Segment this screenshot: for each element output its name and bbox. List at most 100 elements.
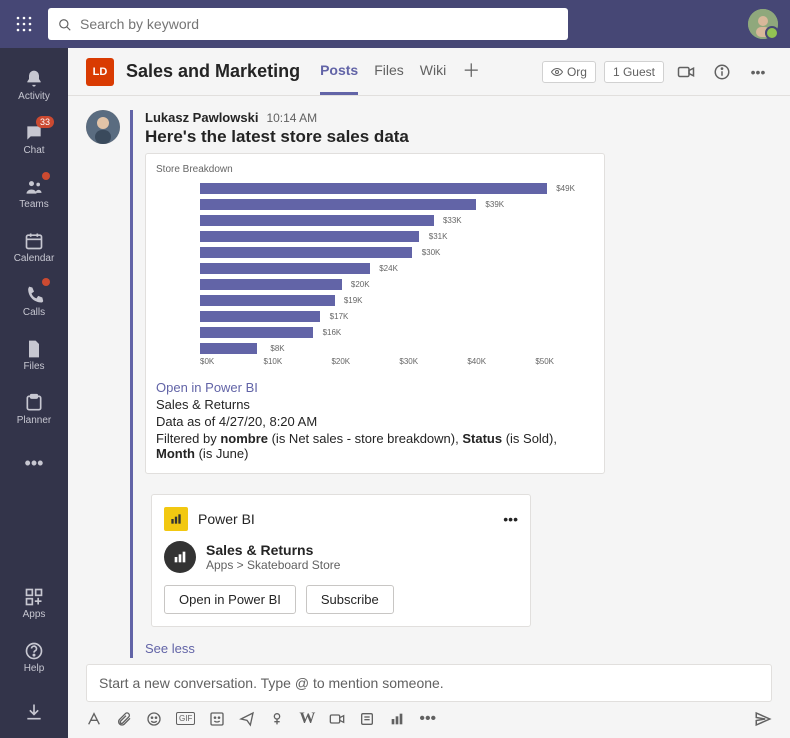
message-author: Lukasz Pawlowski [145,110,258,125]
rail-more[interactable]: ••• [0,436,68,490]
chart-tick-label: $0K [200,357,214,366]
chart-value-label: $49K [556,184,575,193]
apps-icon [24,586,44,607]
eye-icon [551,65,563,79]
chart-bar: $20K [200,279,342,290]
forms-icon[interactable] [359,710,375,728]
message-time: 10:14 AM [266,111,317,125]
search-icon [58,16,72,32]
info-icon[interactable] [708,58,736,86]
rail-apps[interactable]: Apps [0,576,68,630]
chart-value-label: $17K [330,312,349,321]
meet-now-button[interactable] [672,58,700,86]
search-input[interactable] [80,16,558,32]
praise-icon[interactable] [269,710,285,728]
rail-label: Teams [19,199,48,210]
open-in-powerbi-link[interactable]: Open in Power BI [156,380,594,395]
rail-activity[interactable]: Activity [0,58,68,112]
search-box[interactable] [48,8,568,40]
rail-chat[interactable]: Chat 33 [0,112,68,166]
rail-label: Activity [18,91,50,102]
open-in-powerbi-button[interactable]: Open in Power BI [164,585,296,614]
report-title: Sales & Returns [206,542,340,558]
chart-value-label: $8K [270,344,284,353]
chart-bar: $39K [200,199,476,210]
tab-files[interactable]: Files [374,48,404,95]
rail-download[interactable] [0,684,68,738]
rail-calendar[interactable]: Calendar [0,220,68,274]
rail-label: Planner [17,415,51,426]
teams-icon [24,176,44,197]
chart-bar: $16K [200,327,313,338]
more-icon: ••• [25,453,44,474]
attach-icon[interactable] [116,710,132,728]
chart-bar: $33K [200,215,434,226]
phone-icon [24,284,44,305]
app-name: Power BI [198,511,255,527]
send-plane-icon[interactable] [239,710,255,728]
chart-x-axis: $0K $10K $20K $30K $40K $50K [156,357,594,366]
powerbi-report-card: Store Breakdown Fama$49KCurrus$39KPirum$… [145,153,605,474]
bell-icon [24,68,44,89]
author-avatar[interactable] [86,110,120,144]
rail-calls[interactable]: Calls [0,274,68,328]
team-badge: LD [86,58,114,86]
chart-tick-label: $50K [535,357,554,366]
report-icon [164,541,196,573]
chart-bar: $24K [200,263,370,274]
chart-value-label: $19K [344,296,363,305]
tab-wiki[interactable]: Wiki [420,48,446,95]
chart-value-label: $24K [379,264,398,273]
stream-icon[interactable] [329,710,345,728]
file-icon [24,338,44,359]
powerbi-app-card: Power BI ••• Sales & Returns Apps > Skat… [151,494,531,627]
rail-label: Help [24,663,45,674]
chart-tick-label: $30K [399,357,418,366]
chart-bar: $17K [200,311,320,322]
powerbi-icon[interactable] [389,710,405,728]
format-icon[interactable] [86,710,102,728]
card-more-icon[interactable]: ••• [503,511,518,527]
rail-files[interactable]: Files [0,328,68,382]
chart-title: Store Breakdown [156,164,594,175]
message-title: Here's the latest store sales data [145,127,772,147]
profile-avatar[interactable] [748,9,778,39]
chart-bar: $19K [200,295,335,306]
rail-label: Calendar [14,253,55,264]
w-icon[interactable]: W [299,710,315,728]
rail-label: Files [23,361,44,372]
subscribe-button[interactable]: Subscribe [306,585,394,614]
rail-teams[interactable]: Teams [0,166,68,220]
chart-bar: $31K [200,231,419,242]
more-icon[interactable]: ••• [744,58,772,86]
app-rail: Activity Chat 33 Teams Calendar Calls Fi… [0,48,68,738]
calendar-icon [24,230,44,251]
filter-summary: Filtered by nombre (is Net sales - store… [156,431,594,461]
chart-value-label: $39K [485,200,504,209]
app-launcher[interactable] [12,12,36,36]
gif-icon[interactable]: GIF [176,712,195,725]
send-button[interactable] [754,710,772,728]
rail-help[interactable]: Help [0,630,68,684]
compose-input[interactable]: Start a new conversation. Type @ to ment… [86,664,772,702]
rail-planner[interactable]: Planner [0,382,68,436]
chart-value-label: $30K [422,248,441,257]
guests-pill[interactable]: 1 Guest [604,61,664,83]
chart-bar: $30K [200,247,412,258]
tab-posts[interactable]: Posts [320,48,358,95]
report-name: Sales & Returns [156,397,594,412]
chart-tick-label: $40K [467,357,486,366]
chart-bar: $49K [200,183,547,194]
see-less-link[interactable]: See less [145,641,772,656]
help-icon [24,640,44,661]
sticker-icon[interactable] [209,710,225,728]
emoji-icon[interactable] [146,710,162,728]
org-pill[interactable]: Org [542,61,596,83]
compose-more-icon[interactable]: ••• [419,710,436,728]
compose-area: Start a new conversation. Type @ to ment… [68,658,790,738]
tab-add[interactable]: ＋ [462,48,480,95]
report-path: Apps > Skateboard Store [206,558,340,572]
chart-tick-label: $10K [264,357,283,366]
chart-tick-label: $20K [331,357,350,366]
powerbi-logo-icon [164,507,188,531]
